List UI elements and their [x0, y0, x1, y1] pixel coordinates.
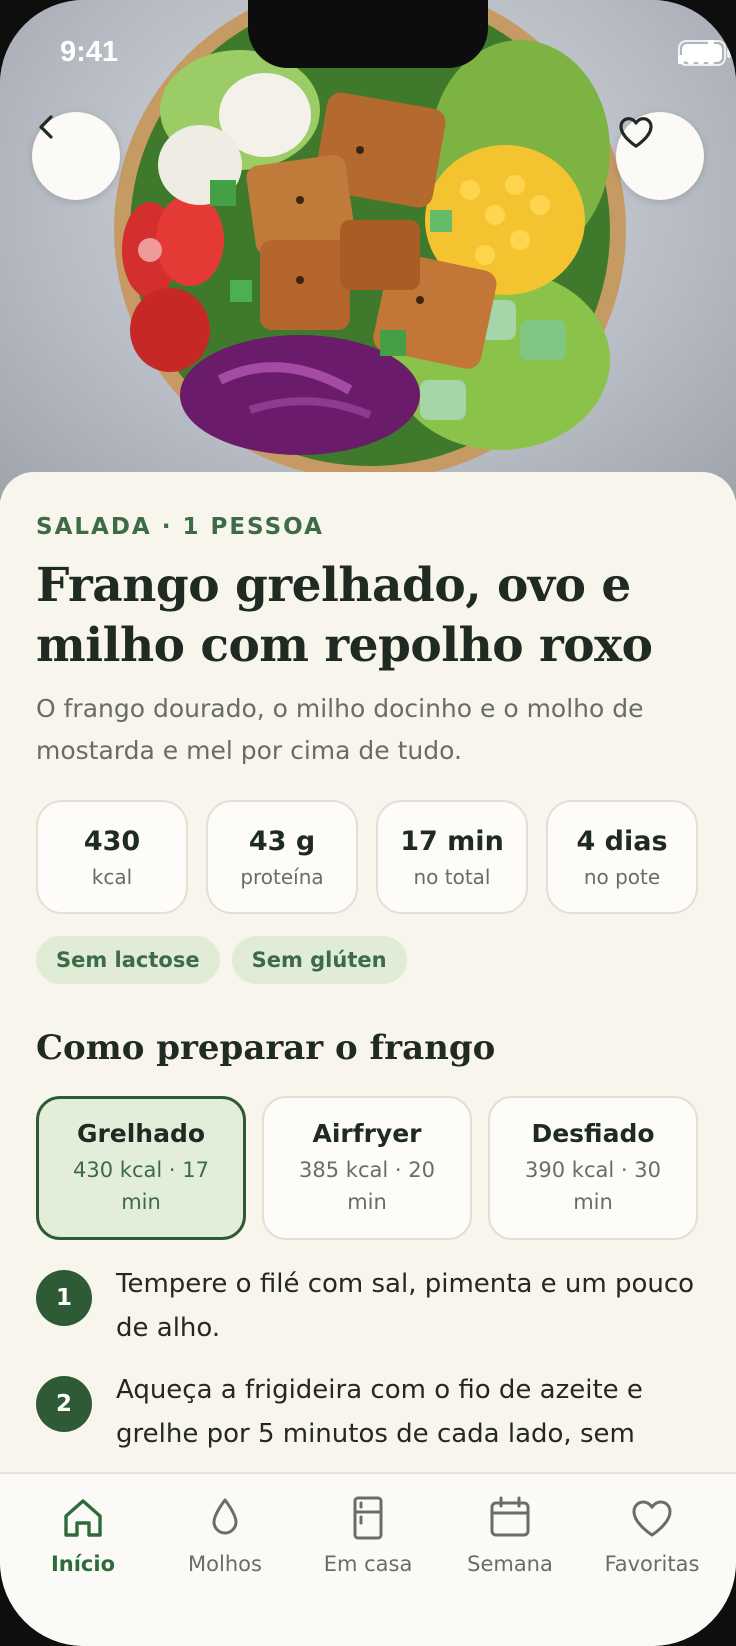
tab-label: Molhos [188, 1552, 262, 1576]
section-title: Como preparar o frango [36, 1028, 496, 1068]
recipe-hero-image: 9:41 [0, 0, 736, 500]
dynamic-island [248, 0, 488, 68]
option-name: Grelhado [76, 1118, 206, 1148]
stat-card-time: 17 min no total [376, 800, 528, 914]
tag-lactose-free: Sem lactose [36, 936, 220, 984]
chevron-left-icon [39, 115, 53, 139]
stat-label: proteína [240, 864, 324, 889]
step-item: 2 Aqueça a frigideira com o fio de azeit… [36, 1368, 700, 1456]
stat-value: 430 [83, 825, 141, 857]
tab-em-casa[interactable]: Em casa [298, 1494, 438, 1576]
tab-semana[interactable]: Semana [440, 1494, 580, 1576]
stat-value: 4 dias [576, 825, 668, 857]
preparation-options: Grelhado 430 kcal · 17 min Airfryer 385 … [36, 1096, 698, 1240]
preparation-steps: 1 Tempere o filé com sal, pimenta e um p… [36, 1262, 700, 1474]
diet-tags: Sem lactose Sem glúten [36, 936, 407, 984]
option-grelhado[interactable]: Grelhado 430 kcal · 17 min [36, 1096, 246, 1240]
stat-label: no total [413, 864, 491, 889]
option-name: Desfiado [531, 1118, 655, 1148]
step-text: Aqueça a frigideira com o fio de azeite … [116, 1375, 643, 1449]
heart-icon [632, 1500, 672, 1537]
option-meta: 430 kcal · 17 min [73, 1157, 209, 1214]
drop-icon [212, 1498, 238, 1535]
step-number: 2 [36, 1376, 92, 1432]
bottom-tab-bar: Início Molhos Em casa Semana Favoritas [0, 1472, 736, 1646]
step-text: Tempere o filé com sal, pimenta e um pou… [116, 1269, 695, 1343]
status-time: 9:41 [60, 36, 119, 68]
stat-card-protein: 43 g proteína [206, 800, 358, 914]
recipe-category: SALADA · 1 PESSOA [36, 514, 324, 540]
tab-favoritas[interactable]: Favoritas [582, 1494, 722, 1576]
tab-label: Início [50, 1552, 116, 1576]
battery-icon [678, 40, 731, 66]
recipe-title: Frango grelhado, ovo e milho com repolho… [36, 558, 653, 673]
stat-value: 17 min [400, 825, 504, 857]
favorite-button[interactable] [616, 112, 704, 200]
tag-gluten-free: Sem glúten [231, 936, 407, 984]
nutrition-stats: 430 kcal 43 g proteína 17 min no total 4… [36, 800, 698, 914]
tab-molhos[interactable]: Molhos [155, 1494, 295, 1576]
calendar-icon [490, 1496, 530, 1537]
tab-label: Semana [467, 1552, 553, 1576]
stat-card-shelf-life: 4 dias no pote [546, 800, 698, 914]
option-airfryer[interactable]: Airfryer 385 kcal · 20 min [262, 1096, 472, 1240]
option-meta: 390 kcal · 30 min [525, 1157, 661, 1214]
home-icon [64, 1499, 102, 1537]
phone-screen: 9:41 SALADA · 1 PESSOA Frango grelhado, … [0, 0, 736, 1646]
tab-inicio[interactable]: Início [13, 1494, 153, 1576]
option-meta: 385 kcal · 20 min [299, 1157, 435, 1214]
option-desfiado[interactable]: Desfiado 390 kcal · 30 min [488, 1096, 698, 1240]
tab-label: Em casa [323, 1552, 413, 1576]
fridge-icon [353, 1496, 383, 1540]
stat-value: 43 g [248, 825, 316, 857]
recipe-description: O frango dourado, o milho docinho e o mo… [36, 694, 644, 765]
step-item: 1 Tempere o filé com sal, pimenta e um p… [36, 1262, 700, 1350]
back-button[interactable] [32, 112, 120, 200]
stat-label: no pote [583, 864, 661, 889]
stat-label: kcal [91, 864, 133, 889]
heart-icon [619, 117, 653, 148]
stat-card-calories: 430 kcal [36, 800, 188, 914]
option-name: Airfryer [312, 1118, 422, 1148]
step-number: 1 [36, 1270, 92, 1326]
recipe-detail-sheet: SALADA · 1 PESSOA Frango grelhado, ovo e… [0, 472, 736, 1472]
tab-label: Favoritas [604, 1552, 700, 1576]
salad-bowl-photo [114, 0, 626, 480]
